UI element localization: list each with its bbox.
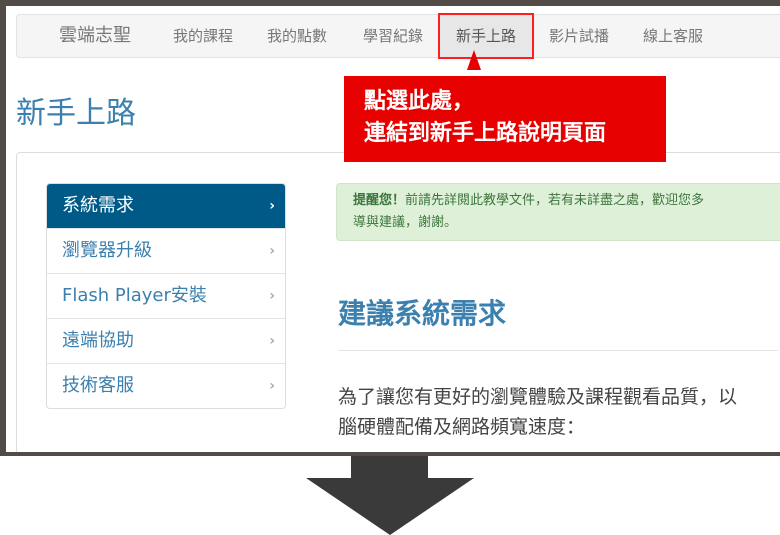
nav-video-preview[interactable]: 影片試播 <box>549 15 609 57</box>
chevron-right-icon: › <box>269 288 275 304</box>
browser-viewport: 雲端志聖 我的課程 我的點數 學習紀錄 新手上路 影片試播 線上客服 新手上路 … <box>6 6 780 452</box>
nav-my-points[interactable]: 我的點數 <box>267 15 327 57</box>
sidebar-item-tech-support[interactable]: 技術客服 › <box>47 363 285 408</box>
section-body-line-2: 腦硬體配備及網路頻寬速度： <box>338 416 586 438</box>
sidebar-nav: 系統需求 › 瀏覽器升級 › Flash Player安裝 › 遠端協助 › 技… <box>46 183 286 409</box>
reminder-alert: 提醒您！前請先詳閱此教學文件，若有未詳盡之處，歡迎您多 導與建議，謝謝。 <box>336 183 780 241</box>
alert-line-1: 前請先詳閱此教學文件，若有未詳盡之處，歡迎您多 <box>405 193 705 208</box>
down-arrow-head <box>306 478 474 535</box>
chevron-right-icon: › <box>269 243 275 259</box>
instruction-callout: 點選此處， 連結到新手上路說明頁面 <box>344 76 666 162</box>
section-divider <box>338 350 778 351</box>
nav-my-courses[interactable]: 我的課程 <box>173 15 233 57</box>
brand-logo[interactable]: 雲端志聖 <box>59 15 131 57</box>
down-arrow-icon <box>351 456 428 478</box>
alert-strong: 提醒您！ <box>353 193 406 208</box>
chevron-right-icon: › <box>269 333 275 349</box>
section-body: 為了讓您有更好的瀏覽體驗及課程觀看品質，以 腦硬體配備及網路頻寬速度： <box>338 382 737 442</box>
section-heading: 建議系統需求 <box>338 297 507 330</box>
callout-line-2: 連結到新手上路說明頁面 <box>364 121 607 146</box>
section-body-line-1: 為了讓您有更好的瀏覽體驗及課程觀看品質，以 <box>338 386 738 408</box>
callout-line-1: 點選此處， <box>364 89 475 114</box>
sidebar-item-label: 技術客服 <box>62 375 134 396</box>
sidebar-item-remote-assistance[interactable]: 遠端協助 › <box>47 318 285 363</box>
top-navbar: 雲端志聖 我的課程 我的點數 學習紀錄 新手上路 影片試播 線上客服 <box>16 14 780 58</box>
callout-pointer <box>467 50 481 70</box>
sidebar-item-browser-upgrade[interactable]: 瀏覽器升級 › <box>47 228 285 273</box>
nav-getting-started[interactable]: 新手上路 <box>440 15 533 57</box>
sidebar-item-label: Flash Player安裝 <box>62 285 207 306</box>
nav-online-support[interactable]: 線上客服 <box>643 15 703 57</box>
sidebar-item-flash-player[interactable]: Flash Player安裝 › <box>47 273 285 318</box>
screenshot-frame: 雲端志聖 我的課程 我的點數 學習紀錄 新手上路 影片試播 線上客服 新手上路 … <box>0 0 780 456</box>
chevron-right-icon: › <box>269 198 275 214</box>
page-title: 新手上路 <box>16 96 136 131</box>
alert-line-2: 導與建議，謝謝。 <box>353 215 458 230</box>
sidebar-item-system-requirements[interactable]: 系統需求 › <box>47 184 285 228</box>
sidebar-item-label: 瀏覽器升級 <box>62 240 152 261</box>
chevron-right-icon: › <box>269 378 275 394</box>
sidebar-item-label: 系統需求 <box>62 195 134 216</box>
sidebar-item-label: 遠端協助 <box>62 330 134 351</box>
nav-learning-record[interactable]: 學習紀錄 <box>363 15 423 57</box>
